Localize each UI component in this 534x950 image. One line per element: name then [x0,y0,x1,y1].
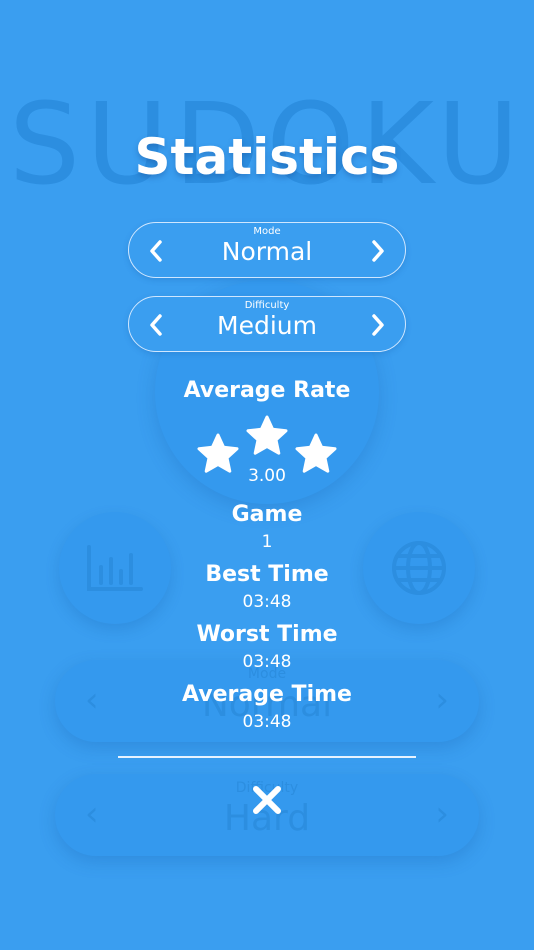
difficulty-selector: Difficulty Medium [128,296,406,352]
star-icon [246,415,288,455]
chevron-left-icon[interactable] [144,237,168,265]
game-label: Game [231,502,303,527]
mode-value: Normal [221,237,313,266]
mode-selector: Mode Normal [128,222,406,278]
best-time-value: 03:48 [242,592,292,612]
divider [118,756,416,758]
chevron-right-icon: › [435,794,449,834]
best-time-label: Best Time [205,562,329,587]
statistics-title: Statistics [134,128,400,186]
close-icon[interactable] [249,782,285,818]
chevron-right-icon[interactable] [366,237,390,265]
average-rate-value: 3.00 [248,466,286,486]
average-time-value: 03:48 [242,712,292,732]
difficulty-caption: Difficulty [244,300,290,311]
chevron-right-icon[interactable] [366,311,390,339]
mode-caption: Mode [253,226,281,237]
average-rate-label: Average Rate [183,378,351,403]
game-value: 1 [261,532,273,552]
chevron-left-icon: ‹ [85,794,99,834]
worst-time-value: 03:48 [242,652,292,672]
difficulty-value: Medium [217,311,317,340]
worst-time-label: Worst Time [196,622,338,647]
chevron-left-icon[interactable] [144,311,168,339]
average-time-label: Average Time [182,682,352,707]
